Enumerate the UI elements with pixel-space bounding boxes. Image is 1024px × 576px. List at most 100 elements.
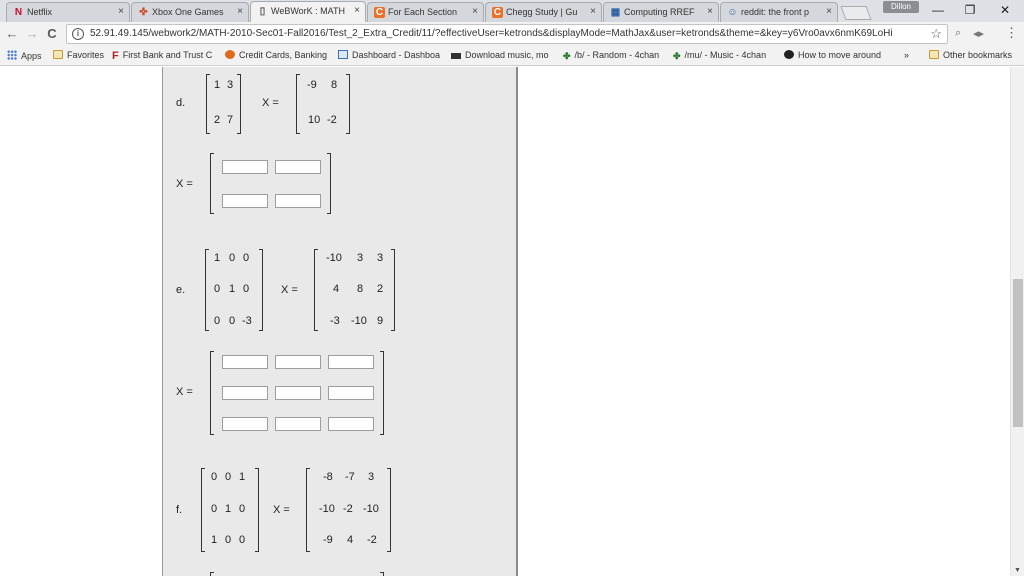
menu-icon[interactable]: ⋮ [1005,25,1018,41]
answer-input[interactable] [222,386,268,400]
tab-reddit[interactable]: ☺ reddit: the front p × [720,2,838,22]
close-tab-icon[interactable]: × [472,6,478,17]
scrollbar-thumb[interactable] [1013,279,1023,427]
profile-button[interactable]: Dillon [883,1,919,13]
search-extension-icon[interactable]: ⌕ [955,27,961,40]
tab-chegg-study[interactable]: C Chegg Study | Gu × [485,2,602,22]
vertical-scrollbar[interactable]: ▼ [1010,67,1024,576]
matrix-cell: 7 [227,114,234,126]
scroll-down-arrow-icon[interactable]: ▼ [1014,567,1021,574]
bookmark-4chan-b[interactable]: ✤/b/ - Random - 4chan [563,50,659,62]
x-equals-label: X = [262,97,279,109]
answer-input[interactable] [328,417,374,431]
maximize-button[interactable]: ❐ [960,3,980,17]
bookmark-credit-cards[interactable]: Credit Cards, Banking [225,50,327,60]
bookmark-download-music[interactable]: Download music, mo [451,50,549,60]
bookmark-label: Download music, mo [465,50,549,60]
folder-icon [53,50,63,59]
bookmark-other[interactable]: Other bookmarks [929,50,1012,60]
matrix-cell: 2 [214,114,221,126]
bank-logo-icon: F [112,50,119,62]
bookmark-label: Credit Cards, Banking [239,50,328,60]
new-tab-button[interactable] [840,6,872,20]
bookmark-4chan-mu[interactable]: ✤/mu/ - Music - 4chan [673,50,766,62]
tab-webwork[interactable]: ▯ WeBWorK : MATH × [250,1,366,22]
problem-d-label: d. [176,97,186,109]
matrix-bracket [255,468,259,552]
answer-input[interactable] [328,386,374,400]
matrix-cell: -2 [327,114,337,126]
bookmark-favorites[interactable]: Favorites [53,50,104,60]
close-tab-icon[interactable]: × [237,6,243,17]
matrix-bracket [387,468,391,552]
bookmark-label: Dashboard - Dashboa [352,50,441,60]
bookmark-dashboard[interactable]: Dashboard - Dashboa [338,50,440,60]
answer-input[interactable] [275,386,321,400]
matrix-bracket [237,74,241,134]
tab-label: Computing RREF [624,7,695,17]
answer-input[interactable] [275,194,321,208]
matrix-bracket [210,572,214,576]
tab-label: For Each Section [388,7,458,17]
matrix-cell: 9 [377,315,384,327]
answer-input[interactable] [275,355,321,369]
close-tab-icon[interactable]: × [118,6,124,17]
answer-input[interactable] [222,355,268,369]
answer-input[interactable] [222,160,268,174]
matrix-cell: 0 [211,471,218,483]
matrix-bracket [205,249,209,331]
answer-input[interactable] [328,355,374,369]
matrix-cell: -2 [367,534,377,546]
matrix-bracket [259,249,263,331]
address-bar[interactable]: i 52.91.49.145/webwork2/MATH-2010-Sec01-… [66,24,948,44]
bookmark-label: First Bank and Trust C [122,50,213,60]
clover-icon: ✤ [673,51,681,61]
bookmark-label: /b/ - Random - 4chan [574,50,660,60]
close-tab-icon[interactable]: × [707,6,713,17]
matrix-cell: -10 [363,503,379,515]
tab-netflix[interactable]: N Netflix × [6,2,130,22]
answer-input[interactable] [275,160,321,174]
folder-icon [929,50,939,59]
music-site-icon [451,53,461,59]
matrix-cell: 3 [227,79,234,91]
bookmark-how-to-move[interactable]: How to move around [784,50,881,60]
close-tab-icon[interactable]: × [354,5,360,16]
forward-button[interactable]: → [24,26,40,42]
matrix-cell: 0 [243,252,250,264]
back-button[interactable]: ← [4,26,20,42]
problem-panel: d. 1 3 2 7 X = -9 8 10 -2 X = e. 1 0 0 0… [162,67,518,576]
answer-input[interactable] [275,417,321,431]
matrix-cell: 0 [239,534,246,546]
close-tab-icon[interactable]: × [590,6,596,17]
site-icon [784,50,794,59]
audio-extension-icon[interactable]: ◂▸ [973,27,984,40]
bookmark-first-bank[interactable]: F First Bank and Trust C [112,50,212,62]
matrix-cell: 8 [357,283,364,295]
url-text[interactable]: 52.91.49.145/webwork2/MATH-2010-Sec01-Fa… [90,28,893,39]
reload-button[interactable]: C [44,26,60,42]
bookmark-label: Favorites [67,50,105,60]
matrix-cell: 1 [225,503,232,515]
bookmarks-bar: Apps Favorites F First Bank and Trust C C… [0,46,1024,66]
minimize-button[interactable]: — [928,3,948,17]
matrix-bracket [314,249,318,331]
tab-label: Chegg Study | Gu [506,7,578,17]
site-info-icon[interactable]: i [72,28,84,40]
tab-computing-rref[interactable]: ▦ Computing RREF × [603,2,719,22]
x-equals-label: X = [281,284,298,296]
bookmarks-overflow-button[interactable]: » [904,50,909,60]
close-window-button[interactable]: ✕ [995,3,1015,17]
problem-e-label: e. [176,284,186,296]
tab-label: Netflix [27,7,53,17]
answer-input[interactable] [222,417,268,431]
answer-input[interactable] [222,194,268,208]
tab-for-each-section[interactable]: C For Each Section × [367,2,484,22]
close-tab-icon[interactable]: × [826,6,832,17]
matrix-cell: -2 [343,503,353,515]
tab-xbox[interactable]: ✜ Xbox One Games × [131,2,249,22]
bookmark-apps[interactable]: Apps [7,50,42,61]
matrix-cell: -8 [323,471,333,483]
netflix-icon: N [14,7,23,18]
bookmark-star-icon[interactable]: ☆ [930,26,942,42]
